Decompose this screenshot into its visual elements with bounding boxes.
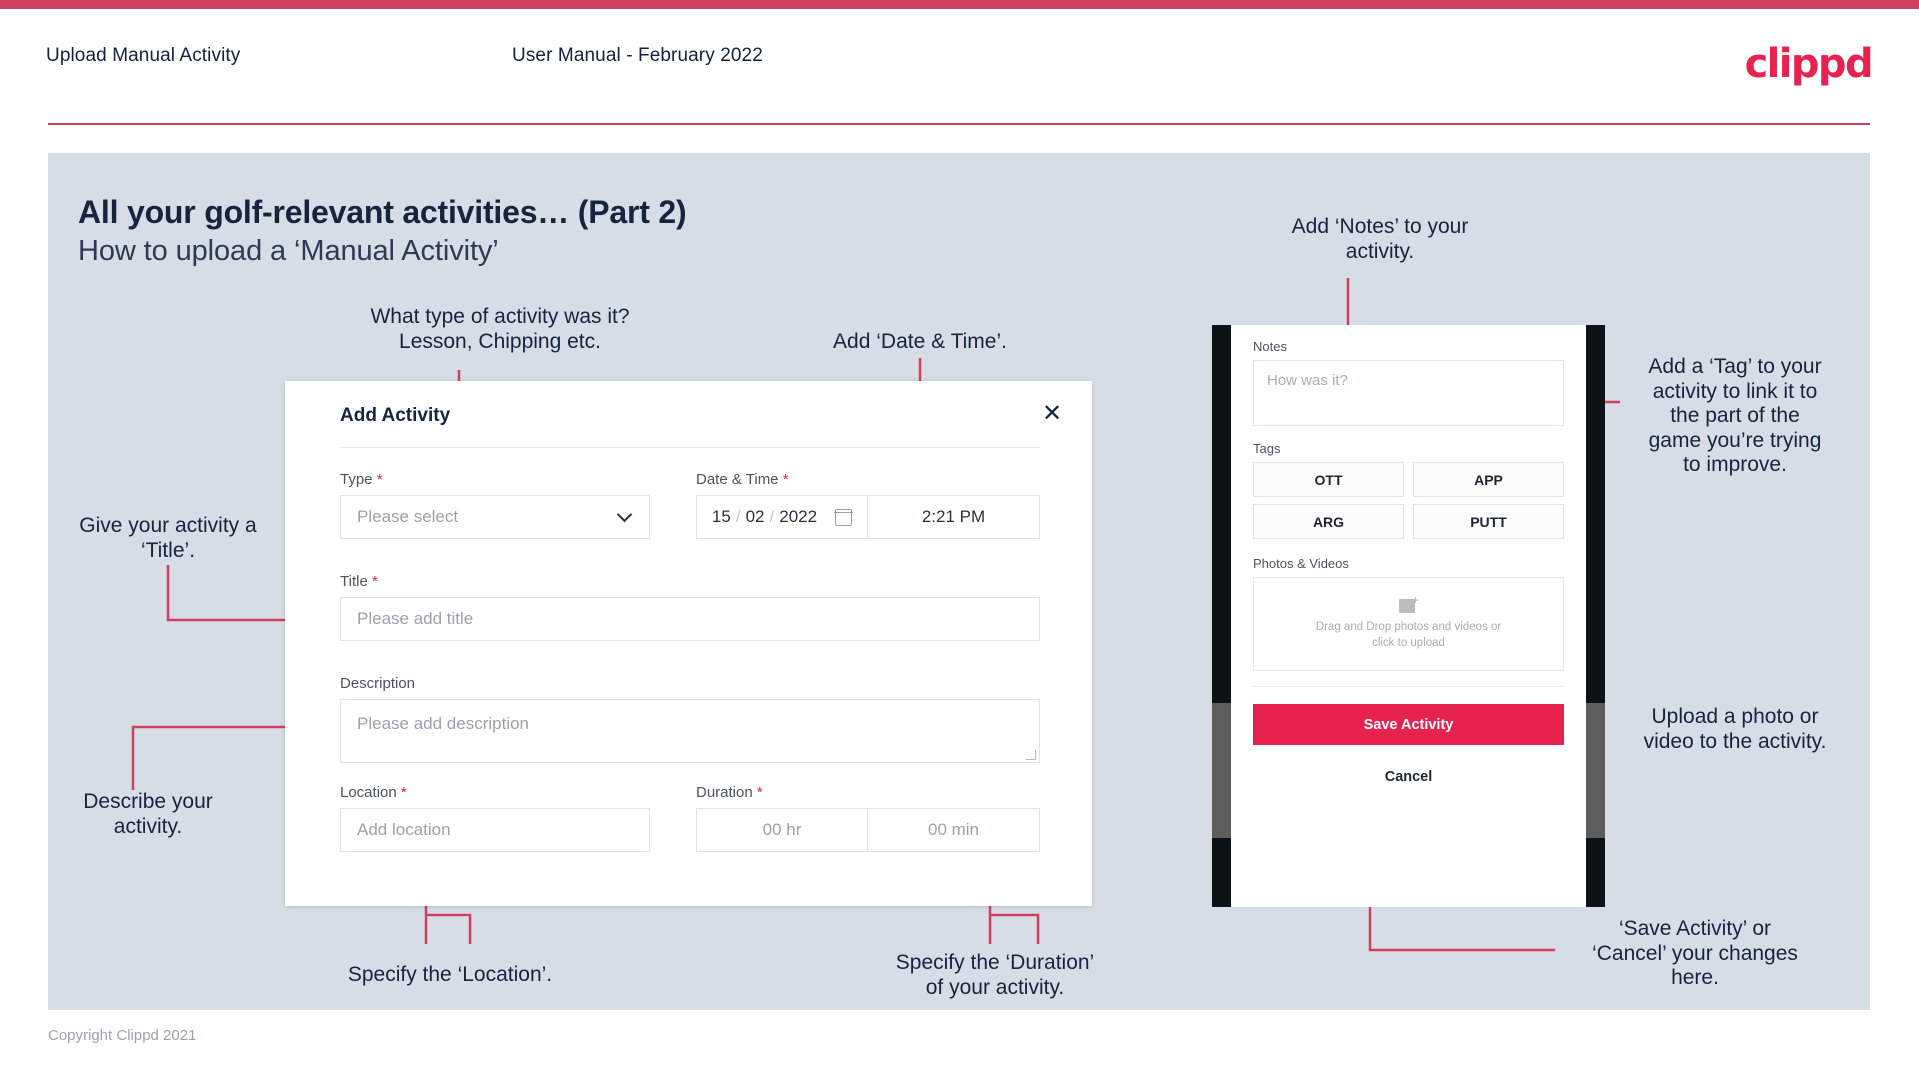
top-accent-bar <box>0 0 1919 9</box>
close-icon[interactable]: ✕ <box>1037 399 1067 429</box>
notes-textarea[interactable]: How was it? <box>1253 360 1564 426</box>
save-activity-button[interactable]: Save Activity <box>1253 704 1564 745</box>
title-label: Title * <box>340 573 378 590</box>
tag-ott[interactable]: OTT <box>1253 462 1404 497</box>
annotation-location: Specify the ‘Location’. <box>347 963 553 986</box>
annotation-photos: Upload a photo or video to the activity. <box>1643 705 1827 753</box>
slide-title: All your golf-relevant activities… (Part… <box>78 194 687 230</box>
modal-header: Add Activity ✕ <box>285 381 1092 447</box>
location-required-mark: * <box>400 784 407 801</box>
calendar-icon[interactable] <box>834 508 853 526</box>
date-sep-1: / <box>735 507 741 526</box>
copyright-text: Copyright Clippd 2021 <box>48 1027 197 1044</box>
phone-frame-right <box>1586 325 1605 907</box>
type-select[interactable]: Please select <box>340 495 650 539</box>
photos-label: Photos & Videos <box>1253 556 1349 571</box>
phone-mockup: Notes How was it? Tags OTT APP ARG PUTT … <box>1212 325 1605 907</box>
time-value: 2:21 PM <box>921 507 986 526</box>
duration-minutes-input[interactable]: 00 min <box>868 808 1040 852</box>
title-label-text: Title <box>340 573 368 590</box>
title-required-mark: * <box>371 573 378 590</box>
date-sep-2: / <box>769 507 775 526</box>
duration-hours-value: 00 hr <box>762 820 802 839</box>
notes-label: Notes <box>1253 339 1287 354</box>
location-input[interactable]: Add location <box>340 808 650 852</box>
annotation-tags: Add a ‘Tag’ to your activity to link it … <box>1648 355 1822 477</box>
date-month: 02 <box>745 507 765 526</box>
description-placeholder: Please add description <box>357 714 530 733</box>
phone-screen: Notes How was it? Tags OTT APP ARG PUTT … <box>1231 325 1586 907</box>
datetime-label-text: Date & Time <box>696 471 779 488</box>
annotation-duration: Specify the ‘Duration’ of your activity. <box>895 951 1095 999</box>
date-year: 2022 <box>779 507 818 526</box>
location-label: Location * <box>340 784 407 801</box>
annotation-title: Give your activity a ‘Title’. <box>79 514 257 562</box>
description-label: Description <box>340 675 415 692</box>
chevron-down-icon <box>619 511 631 523</box>
datetime-label: Date & Time * <box>696 471 789 488</box>
add-activity-modal: Add Activity ✕ Type * Please select Date… <box>285 381 1092 906</box>
title-placeholder: Please add title <box>357 609 474 628</box>
tag-arg[interactable]: ARG <box>1253 504 1404 539</box>
modal-divider <box>340 447 1040 448</box>
date-day: 15 <box>711 507 731 526</box>
cancel-button[interactable]: Cancel <box>1253 769 1564 785</box>
tags-label: Tags <box>1253 441 1281 456</box>
resize-grip-icon[interactable] <box>1026 750 1036 760</box>
notes-placeholder: How was it? <box>1267 372 1348 389</box>
annotation-type: What type of activity was it? Lesson, Ch… <box>370 305 630 353</box>
title-input[interactable]: Please add title <box>340 597 1040 641</box>
duration-required-mark: * <box>756 784 763 801</box>
dropzone-line-1: Drag and Drop photos and videos or <box>1315 620 1502 633</box>
dropzone-line-2: click to upload <box>1372 636 1445 649</box>
duration-label: Duration * <box>696 784 763 801</box>
datetime-required-mark: * <box>782 471 789 488</box>
phone-frame-left-gray <box>1212 703 1231 838</box>
type-label: Type * <box>340 471 383 488</box>
dropzone-text: Drag and Drop photos and videos or click… <box>1316 620 1501 651</box>
tag-putt[interactable]: PUTT <box>1413 504 1564 539</box>
slide-subtitle: How to upload a ‘Manual Activity’ <box>78 235 499 267</box>
annotation-save: ‘Save Activity’ or ‘Cancel’ your changes… <box>1592 917 1798 990</box>
duration-label-text: Duration <box>696 784 753 801</box>
modal-title: Add Activity <box>340 405 451 426</box>
tag-app[interactable]: APP <box>1413 462 1564 497</box>
duration-hours-input[interactable]: 00 hr <box>696 808 868 852</box>
duration-minutes-value: 00 min <box>927 820 980 839</box>
header-title: Upload Manual Activity <box>46 45 241 66</box>
photo-dropzone[interactable]: + Drag and Drop photos and videos or cli… <box>1253 577 1564 671</box>
phone-frame-left <box>1212 325 1231 907</box>
time-input[interactable]: 2:21 PM <box>868 495 1040 539</box>
description-textarea[interactable]: Please add description <box>340 699 1040 763</box>
type-placeholder: Please select <box>357 507 459 526</box>
type-required-mark: * <box>376 471 383 488</box>
annotation-description: Describe your activity. <box>83 790 213 838</box>
slide-root: Upload Manual Activity User Manual - Feb… <box>0 0 1919 1079</box>
header-divider <box>48 123 1870 125</box>
clippd-logo: clippd <box>1744 41 1874 87</box>
date-input[interactable]: 15 / 02 / 2022 <box>696 495 868 539</box>
description-label-text: Description <box>340 675 416 692</box>
location-label-text: Location <box>340 784 397 801</box>
annotation-notes: Add ‘Notes’ to your activity. <box>1291 215 1469 263</box>
header-subtitle: User Manual - February 2022 <box>512 45 763 66</box>
location-placeholder: Add location <box>357 820 451 839</box>
tags-grid: OTT APP ARG PUTT <box>1253 462 1564 539</box>
annotation-datetime: Add ‘Date & Time’. <box>833 330 1007 353</box>
type-label-text: Type <box>340 471 373 488</box>
phone-frame-right-gray <box>1586 703 1605 838</box>
add-image-icon: + <box>1398 595 1419 614</box>
phone-divider <box>1253 686 1564 687</box>
